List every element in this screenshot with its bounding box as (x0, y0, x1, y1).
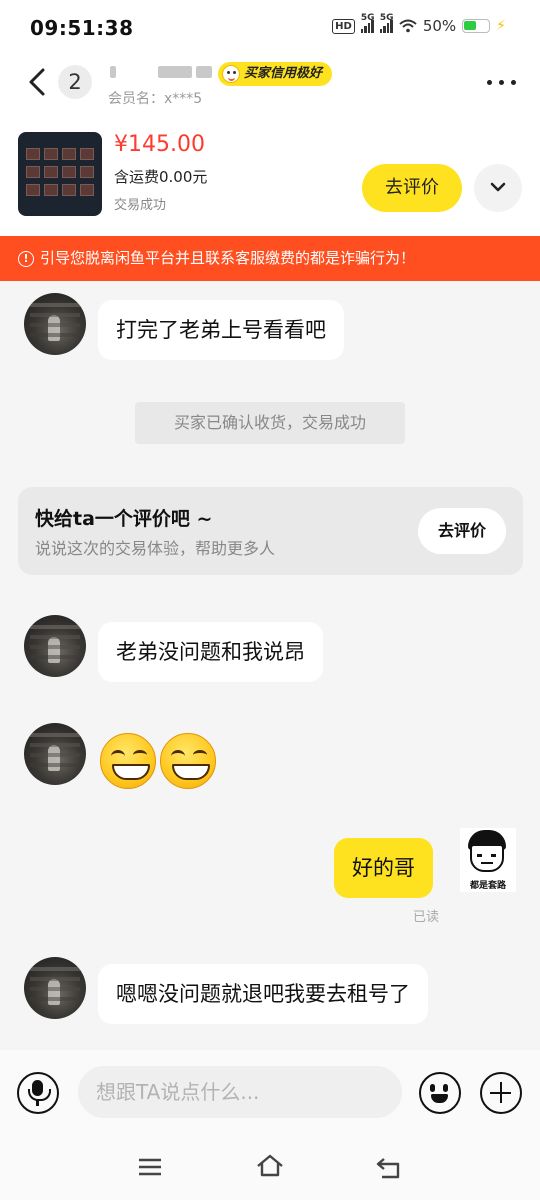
seller-avatar[interactable] (24, 615, 86, 677)
message-bubble[interactable]: 老弟没问题和我说昂 (98, 622, 323, 682)
network-label-2: 5G (379, 13, 394, 23)
shipping-fee: 含运费0.00元 (114, 168, 208, 186)
expand-button[interactable] (474, 164, 522, 212)
system-notice: 买家已确认收货，交易成功 (135, 402, 405, 444)
menu-icon[interactable] (138, 1156, 162, 1178)
status-time: 09:51:38 (30, 16, 134, 40)
message-input[interactable] (78, 1066, 402, 1118)
avatar-caption: 都是套路 (469, 881, 506, 891)
signal-icon-2: 5G (379, 13, 393, 33)
rate-button[interactable]: 去评价 (362, 164, 462, 212)
signal-icon: 5G (360, 13, 374, 33)
chat-header: 2 买家信用极好 会员名：x***5 (0, 58, 540, 118)
grin-emoji-icon (160, 733, 216, 789)
back-arrow-icon[interactable] (26, 67, 48, 97)
wifi-icon (399, 19, 417, 33)
review-prompt-title: 快给ta一个评价吧 ~ (35, 508, 213, 530)
battery-percent: 50% (422, 17, 457, 35)
avatar-face (470, 844, 504, 872)
trade-status: 交易成功 (114, 198, 167, 213)
message-input-bar (0, 1050, 540, 1136)
home-icon[interactable] (256, 1154, 284, 1178)
redacted-username (108, 62, 216, 80)
message-bubble[interactable]: 打完了老弟上号看看吧 (98, 300, 344, 360)
network-label-1: 5G (360, 13, 375, 23)
emoji-icon[interactable] (419, 1072, 461, 1114)
seller-avatar[interactable] (24, 957, 86, 1019)
member-name: 会员名：x***5 (108, 91, 203, 107)
charging-icon: ⚡ (496, 18, 506, 34)
seller-avatar[interactable] (24, 293, 86, 355)
system-navigation-bar (0, 1136, 540, 1200)
buyer-credit-label: 买家信用极好 (244, 66, 323, 81)
more-icon[interactable] (487, 80, 516, 85)
my-avatar[interactable]: 都是套路 (460, 828, 516, 892)
review-prompt-subtitle: 说说这次的交易体验，帮助更多人 (35, 539, 276, 558)
buyer-credit-badge: 买家信用极好 (218, 62, 333, 86)
return-icon[interactable] (376, 1156, 402, 1180)
product-price: ¥145.00 (114, 132, 205, 157)
top-panel: 09:51:38 HD 5G 5G 50% ⚡ 2 买家信用极好 会员名：x**… (0, 0, 540, 236)
review-prompt-card: 快给ta一个评价吧 ~ 说说这次的交易体验，帮助更多人 去评价 (18, 487, 523, 575)
hd-icon: HD (332, 18, 355, 34)
battery-icon (462, 19, 491, 33)
message-bubble[interactable]: 嗯嗯没问题就退吧我要去租号了 (98, 964, 428, 1024)
status-icons: HD 5G 5G 50% ⚡ (332, 13, 506, 35)
microphone-icon[interactable] (17, 1072, 59, 1114)
seller-avatar[interactable] (24, 723, 86, 785)
product-card[interactable]: ¥145.00 含运费0.00元 交易成功 去评价 (0, 126, 540, 226)
read-receipt: 已读 (413, 910, 440, 925)
fraud-warning-banner: ! 引导您脱离闲鱼平台并且联系客服缴费的都是诈骗行为！ (0, 236, 540, 281)
fraud-warning-text: 引导您脱离闲鱼平台并且联系客服缴费的都是诈骗行为！ (40, 249, 416, 267)
plus-icon[interactable] (480, 1072, 522, 1114)
status-bar: 09:51:38 HD 5G 5G 50% ⚡ (0, 0, 540, 58)
grin-emoji-icon (100, 733, 156, 789)
review-button[interactable]: 去评价 (418, 508, 506, 554)
warning-icon: ! (18, 250, 34, 267)
my-message-bubble[interactable]: 好的哥 (334, 838, 433, 898)
product-thumbnail[interactable] (18, 132, 102, 216)
chevron-down-icon (490, 182, 506, 192)
smile-face-icon (222, 65, 240, 83)
unread-count-badge[interactable]: 2 (58, 65, 92, 99)
